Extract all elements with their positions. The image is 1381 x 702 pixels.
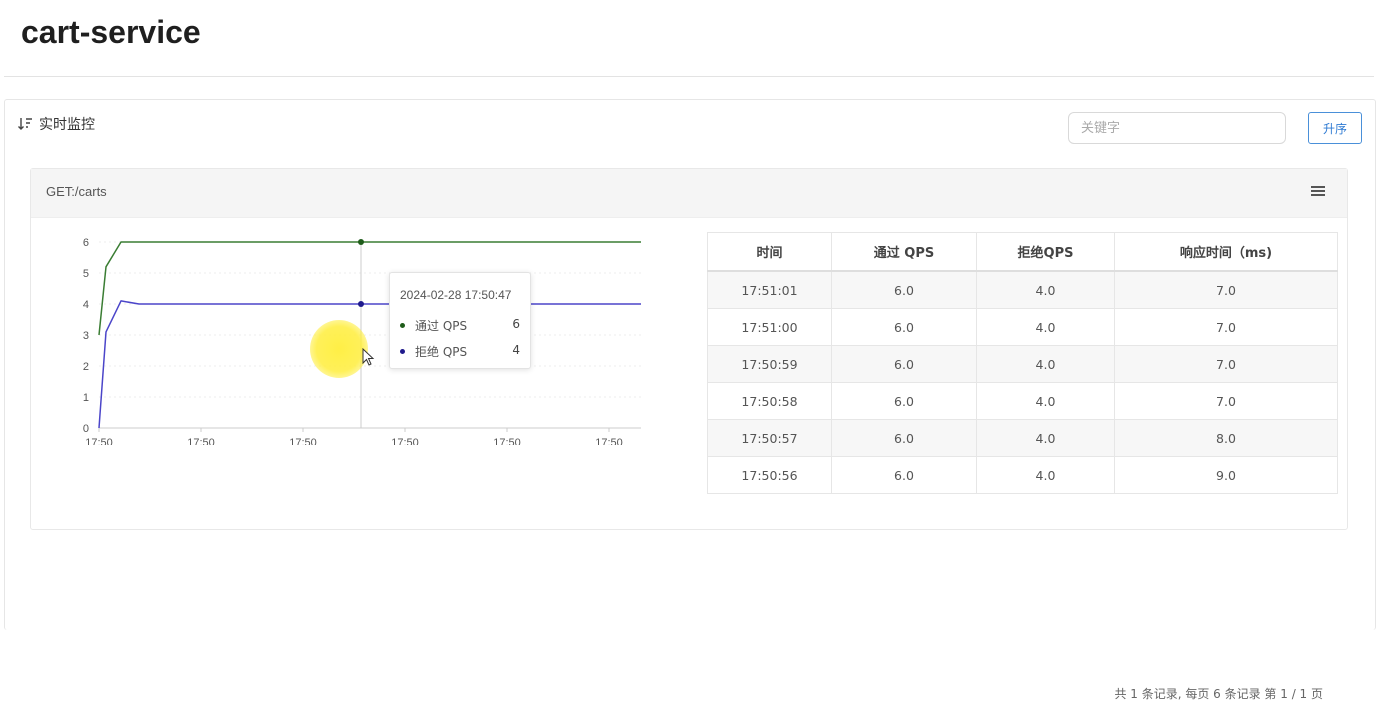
table-cell: 9.0: [1114, 456, 1338, 494]
page-title: cart-service: [21, 14, 201, 50]
y-tick-label: 0: [83, 423, 89, 435]
tooltip-label: 拒绝 QPS: [415, 345, 468, 359]
panel-heading-label: 实时监控: [39, 117, 95, 133]
table-row: 17:51:00 6.0 4.0 7.0: [707, 308, 1338, 346]
metrics-table: 时间 通过 QPS 拒绝QPS 响应时间（ms) 17:51:01 6.0 4.0 7…: [707, 232, 1338, 494]
table-cell: 17:50:59: [707, 345, 832, 383]
table-cell: 7.0: [1114, 345, 1338, 383]
pagination-info: 共 1 条记录, 每页 6 条记录 第 1 / 1 页: [1114, 687, 1323, 701]
x-tick-label: 17:50: [391, 437, 419, 445]
y-tick-label: 4: [83, 299, 89, 311]
table-cell: 6.0: [831, 419, 977, 457]
table-cell: 17:50:58: [707, 382, 832, 420]
table-row: 17:51:01 6.0 4.0 7.0: [707, 270, 1338, 309]
resource-card-header: GET:/carts: [31, 169, 1347, 218]
tooltip-row-block: 拒绝 QPS 4: [400, 343, 520, 359]
block-dot-icon: [400, 349, 405, 354]
chart-tooltip: 2024-02-28 17:50:47 通过 QPS 6 拒绝 QPS 4: [389, 272, 531, 369]
cursor-highlight: [310, 320, 368, 378]
table-cell: 4.0: [976, 270, 1115, 309]
table-cell: 6.0: [831, 456, 977, 494]
column-header-response-time[interactable]: 响应时间（ms): [1114, 232, 1338, 272]
table-cell: 8.0: [1114, 419, 1338, 457]
y-tick-label: 5: [83, 268, 89, 280]
table-cell: 6.0: [831, 345, 977, 383]
table-row: 17:50:57 6.0 4.0 8.0: [707, 419, 1338, 457]
tooltip-value: 4: [512, 343, 520, 357]
x-tick-label: 17:50: [289, 437, 317, 445]
table-cell: 6.0: [831, 308, 977, 346]
table-cell: 7.0: [1114, 382, 1338, 420]
y-tick-label: 2: [83, 361, 89, 373]
column-header-block-qps[interactable]: 拒绝QPS: [976, 232, 1115, 272]
column-header-time[interactable]: 时间: [707, 232, 832, 272]
resource-name: GET:/carts: [46, 184, 107, 199]
table-cell: 17:51:01: [707, 270, 832, 309]
table-cell: 7.0: [1114, 308, 1338, 346]
resource-card: GET:/carts 0 1 2 3 4 5 6 17:50 17:50 17:50 17:50 17…: [30, 168, 1348, 530]
x-tick-label: 17:50: [595, 437, 623, 445]
table-header-row: 时间 通过 QPS 拒绝QPS 响应时间（ms): [707, 232, 1338, 272]
y-tick-label: 6: [83, 237, 89, 249]
x-tick-label: 17:50: [187, 437, 215, 445]
sort-desc-icon: [18, 118, 32, 130]
x-tick-label: 17:50: [85, 437, 113, 445]
table-cell: 4.0: [976, 456, 1115, 494]
table-cell: 4.0: [976, 419, 1115, 457]
x-tick-label: 17:50: [493, 437, 521, 445]
tooltip-row-pass: 通过 QPS 6: [400, 317, 520, 333]
table-row: 17:50:59 6.0 4.0 7.0: [707, 345, 1338, 383]
y-tick-label: 1: [83, 392, 89, 404]
tooltip-label: 通过 QPS: [415, 319, 468, 333]
table-cell: 17:50:56: [707, 456, 832, 494]
y-tick-label: 3: [83, 330, 89, 342]
tooltip-time: 2024-02-28 17:50:47: [400, 288, 512, 302]
pass-dot-icon: [400, 323, 405, 328]
keyword-search-input[interactable]: [1068, 112, 1286, 144]
series-line-pass-qps: [98, 241, 641, 336]
panel-heading: 实时监控: [17, 114, 95, 134]
table-row: 17:50:56 6.0 4.0 9.0: [707, 456, 1338, 494]
title-divider: [4, 76, 1374, 77]
table-cell: 4.0: [976, 382, 1115, 420]
hover-point: [358, 239, 364, 245]
table-cell: 4.0: [976, 308, 1115, 346]
menu-icon[interactable]: [1311, 186, 1325, 198]
table-cell: 7.0: [1114, 270, 1338, 309]
column-header-pass-qps[interactable]: 通过 QPS: [831, 232, 977, 272]
mouse-pointer-icon: [362, 348, 375, 366]
ascending-sort-button[interactable]: 升序: [1308, 112, 1362, 144]
table-cell: 6.0: [831, 382, 977, 420]
table-cell: 6.0: [831, 270, 977, 309]
table-cell: 4.0: [976, 345, 1115, 383]
table-cell: 17:50:57: [707, 419, 832, 457]
realtime-monitor-panel: 实时监控 升序 GET:/carts 0 1 2 3 4 5 6 17:50 17:50 17:5…: [4, 99, 1376, 701]
table-row: 17:50:58 6.0 4.0 7.0: [707, 382, 1338, 420]
table-cell: 17:51:00: [707, 308, 832, 346]
hover-point: [358, 301, 364, 307]
tooltip-value: 6: [512, 317, 520, 331]
